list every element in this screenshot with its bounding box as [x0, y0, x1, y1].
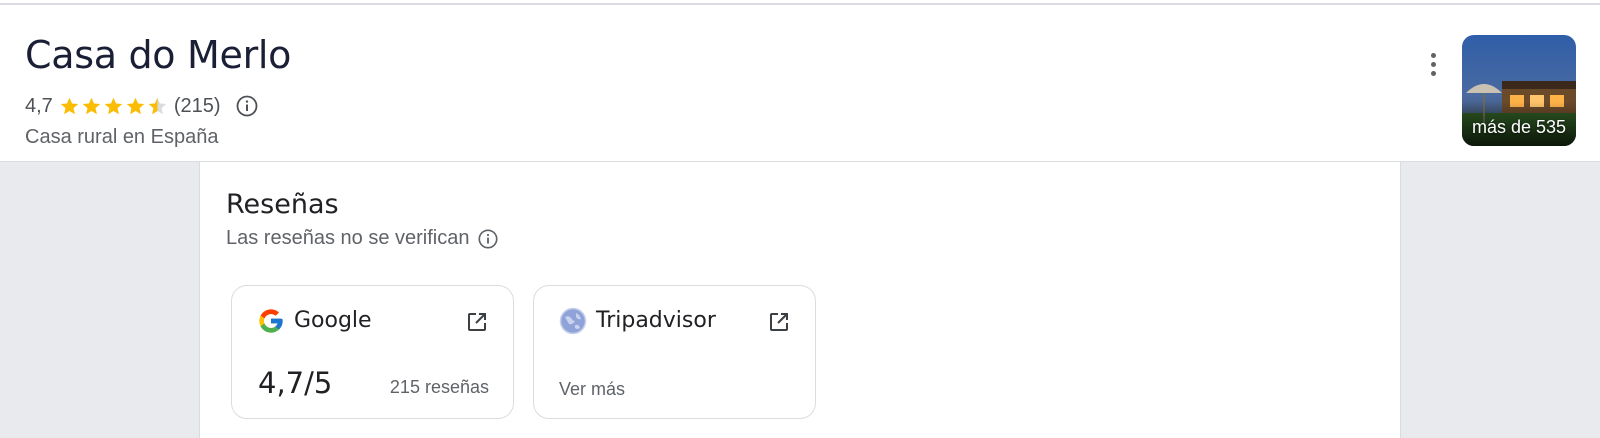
half-star-icon [148, 97, 167, 114]
more-vert-icon [1430, 52, 1436, 58]
review-source-name: Google [294, 308, 372, 333]
review-count: 215 reseñas [389, 377, 489, 397]
info-icon[interactable] [477, 228, 499, 250]
open-in-new-icon[interactable] [465, 310, 489, 334]
see-more-link[interactable]: Ver más [559, 379, 625, 400]
place-header: Casa do Merlo 4,7 (215) Casa rural en Es… [0, 5, 1600, 162]
photo-count-label: más de 535 [1471, 117, 1567, 137]
star-icon [60, 97, 79, 114]
rating-value: 4,7 [25, 94, 53, 117]
rating-row: 4,7 (215) [25, 91, 259, 121]
place-category: Casa rural en España [25, 126, 219, 148]
star-icon [104, 97, 123, 114]
more-options-button[interactable] [1420, 47, 1446, 81]
rating-count[interactable]: (215) [174, 95, 221, 118]
review-source-name: Tripadvisor [596, 308, 716, 333]
reviews-disclaimer-text: Las reseñas no se verifican [226, 227, 470, 249]
review-score: 4,7/5 [258, 366, 333, 400]
open-in-new-icon[interactable] [767, 310, 791, 334]
google-g-logo [259, 309, 283, 333]
reviews-disclaimer: Las reseñas no se verifican [226, 227, 499, 250]
info-icon[interactable] [235, 94, 259, 118]
reviews-panel: Reseñas Las reseñas no se verifican Goog… [199, 162, 1401, 438]
star-icon [126, 97, 145, 114]
globe-icon [559, 307, 587, 335]
reviews-title: Reseñas [226, 189, 339, 220]
photo-thumbnail[interactable]: más de 535 [1462, 35, 1576, 146]
review-source-card-google[interactable]: Google 4,7/5 215 reseñas [231, 285, 514, 419]
star-icon [82, 97, 101, 114]
place-title: Casa do Merlo [25, 33, 292, 77]
star-rating [59, 96, 168, 117]
review-source-card-tripadvisor[interactable]: Tripadvisor Ver más [533, 285, 816, 419]
